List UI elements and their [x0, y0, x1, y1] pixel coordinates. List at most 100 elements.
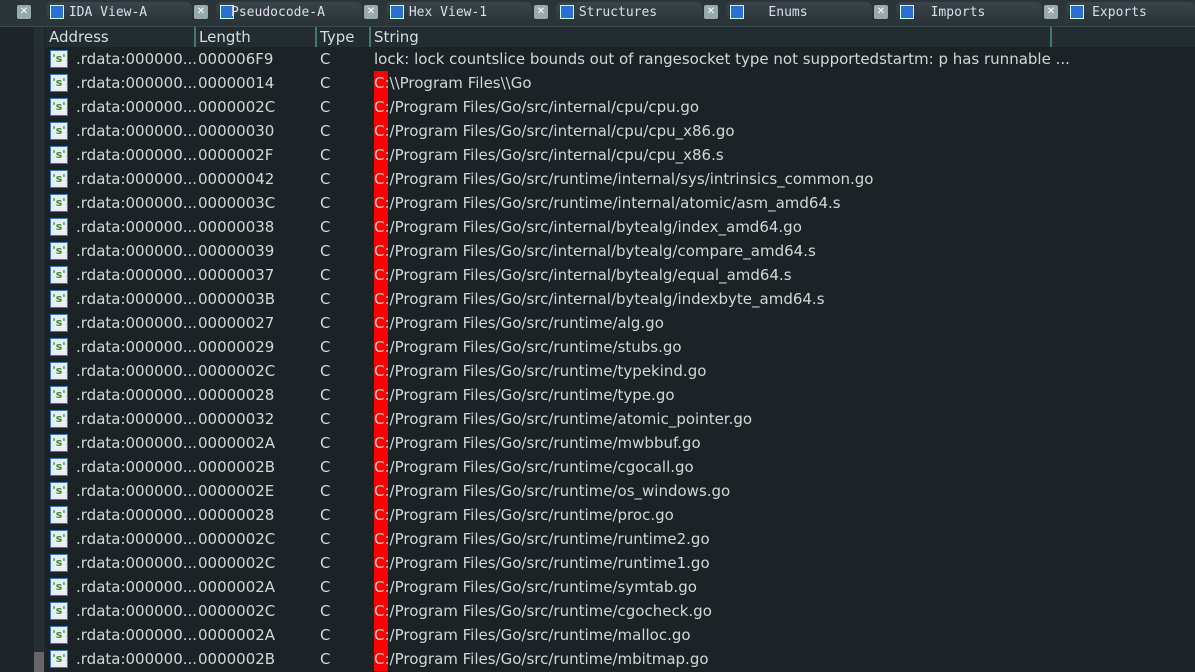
- string-cell: C:/Program Files/Go/src/runtime/mbitmap.…: [374, 650, 709, 668]
- type-cell: C: [320, 74, 331, 92]
- table-row[interactable]: 's' .rdata:000000... 00000032 C C:/Progra…: [46, 407, 1195, 431]
- table-row[interactable]: 's' .rdata:000000... 000006F9 Clock: loc…: [46, 47, 1195, 71]
- string-cell: C:/Program Files/Go/src/internal/cpu/cpu…: [374, 122, 735, 140]
- tab-imports[interactable]: Imports: [896, 2, 1042, 24]
- tab-ida-view-a[interactable]: IDA View-A: [46, 2, 192, 24]
- column-header-address[interactable]: Address: [46, 27, 192, 47]
- tab-close-icon[interactable]: ✕: [194, 5, 208, 19]
- string-icon: 's': [50, 338, 68, 356]
- table-row[interactable]: 's' .rdata:000000... 0000003C C C:/Progra…: [46, 191, 1195, 215]
- table-row[interactable]: 's' .rdata:000000... 00000028 C C:/Progra…: [46, 503, 1195, 527]
- table-row[interactable]: 's' .rdata:000000... 0000002E C C:/Progra…: [46, 479, 1195, 503]
- table-row[interactable]: 's' .rdata:000000... 0000002B C C:/Progra…: [46, 647, 1195, 671]
- table-row[interactable]: 's' .rdata:000000... 00000039 C C:/Progra…: [46, 239, 1195, 263]
- tab-exports[interactable]: Exports: [1066, 2, 1195, 24]
- address-cell: .rdata:000000...: [76, 242, 198, 260]
- string-cell: C:/Program Files/Go/src/runtime/symtab.g…: [374, 578, 697, 596]
- table-row[interactable]: 's' .rdata:000000... 0000002C C C:/Progra…: [46, 599, 1195, 623]
- close-icon[interactable]: ✕: [17, 5, 31, 19]
- table-row[interactable]: 's' .rdata:000000... 0000003B C C:/Progra…: [46, 287, 1195, 311]
- table-row[interactable]: 's' .rdata:000000... 00000029 C C:/Progra…: [46, 335, 1195, 359]
- string-icon: 's': [50, 530, 68, 548]
- string-cell: C:/Program Files/Go/src/runtime/mwbbuf.g…: [374, 434, 701, 452]
- table-row[interactable]: 's' .rdata:000000... 00000038 C C:/Progra…: [46, 215, 1195, 239]
- address-cell: .rdata:000000...: [76, 626, 198, 644]
- string-cell: C:/Program Files/Go/src/runtime/cgocall.…: [374, 458, 694, 476]
- tab-label: Hex View-1: [408, 5, 488, 20]
- column-header-length[interactable]: Length: [194, 27, 314, 47]
- string-cell: C:\\Program Files\\Go: [374, 74, 532, 92]
- table-row[interactable]: 's' .rdata:000000... 0000002B C C:/Progra…: [46, 455, 1195, 479]
- string-cell: C:/Program Files/Go/src/runtime/cgocheck…: [374, 602, 712, 620]
- length-cell: 00000039: [198, 242, 275, 260]
- address-cell: .rdata:000000...: [76, 530, 198, 548]
- vertical-scrollbar[interactable]: [34, 27, 44, 672]
- type-cell: C: [320, 434, 331, 452]
- tab-close-icon[interactable]: ✕: [1044, 5, 1058, 19]
- length-cell: 0000003C: [198, 194, 276, 212]
- table-row[interactable]: 's' .rdata:000000... 0000002C C C:/Progra…: [46, 527, 1195, 551]
- type-cell: C: [320, 362, 331, 380]
- string-cell: C:/Program Files/Go/src/runtime/proc.go: [374, 506, 674, 524]
- address-cell: .rdata:000000...: [76, 74, 198, 92]
- string-icon: 's': [50, 410, 68, 428]
- string-icon: 's': [50, 506, 68, 524]
- table-row[interactable]: 's' .rdata:000000... 0000002F C C:/Progra…: [46, 143, 1195, 167]
- table-row[interactable]: 's' .rdata:000000... 0000002C C C:/Progra…: [46, 359, 1195, 383]
- tab-close-icon[interactable]: ✕: [534, 5, 548, 19]
- table-row[interactable]: 's' .rdata:000000... 0000002C C C:/Progra…: [46, 95, 1195, 119]
- length-cell: 00000038: [198, 218, 275, 236]
- tab-close-icon[interactable]: ✕: [364, 5, 378, 19]
- table-row[interactable]: 's' .rdata:000000... 0000002A C C:/Progra…: [46, 431, 1195, 455]
- string-icon: 's': [50, 482, 68, 500]
- address-cell: .rdata:000000...: [76, 458, 198, 476]
- type-cell: C: [320, 410, 331, 428]
- tab-structures[interactable]: Structures: [556, 2, 702, 24]
- tab-pseudocode-a[interactable]: Pseudocode-A: [216, 2, 362, 24]
- table-header: Address Length Type String: [46, 27, 1195, 47]
- type-cell: C: [320, 338, 331, 356]
- table-row[interactable]: 's' .rdata:000000... 00000037 C C:/Progra…: [46, 263, 1195, 287]
- string-cell: C:/Program Files/Go/src/runtime/runtime1…: [374, 554, 710, 572]
- type-cell: C: [320, 386, 331, 404]
- type-cell: C: [320, 506, 331, 524]
- tab-hex-view-1[interactable]: Hex View-1: [386, 2, 532, 24]
- address-cell: .rdata:000000...: [76, 650, 198, 668]
- type-cell: C: [320, 482, 331, 500]
- tab-label: Structures: [578, 5, 658, 20]
- address-cell: .rdata:000000...: [76, 602, 198, 620]
- column-header-empty: [1050, 27, 1195, 47]
- string-icon: 's': [50, 602, 68, 620]
- tab-close-icon[interactable]: ✕: [704, 5, 718, 19]
- tab-label: Imports: [930, 5, 986, 20]
- string-cell: C:/Program Files/Go/src/runtime/alg.go: [374, 314, 664, 332]
- column-header-type[interactable]: Type: [315, 27, 367, 47]
- string-icon: 's': [50, 74, 68, 92]
- table-row[interactable]: 's' .rdata:000000... 00000042 C C:/Progra…: [46, 167, 1195, 191]
- string-cell: C:/Program Files/Go/src/internal/cpu/cpu…: [374, 146, 724, 164]
- string-icon: 's': [50, 434, 68, 452]
- length-cell: 0000002E: [198, 482, 275, 500]
- tab-enums[interactable]: Enums: [726, 2, 872, 24]
- table-row[interactable]: 's' .rdata:000000... 00000014 C C:\\Progr…: [46, 71, 1195, 95]
- table-row[interactable]: 's' .rdata:000000... 00000028 C C:/Progra…: [46, 383, 1195, 407]
- tab-label: Enums: [768, 5, 808, 20]
- address-cell: .rdata:000000...: [76, 290, 198, 308]
- table-row[interactable]: 's' .rdata:000000... 0000002A C C:/Progra…: [46, 575, 1195, 599]
- address-cell: .rdata:000000...: [76, 266, 198, 284]
- string-icon: 's': [50, 50, 68, 68]
- column-header-string[interactable]: String: [369, 27, 1052, 47]
- tab-close-icon[interactable]: ✕: [874, 5, 888, 19]
- address-cell: .rdata:000000...: [76, 194, 198, 212]
- address-cell: .rdata:000000...: [76, 146, 198, 164]
- string-cell: C:/Program Files/Go/src/runtime/atomic_p…: [374, 410, 753, 428]
- table-row[interactable]: 's' .rdata:000000... 00000030 C C:/Progra…: [46, 119, 1195, 143]
- string-cell: C:/Program Files/Go/src/internal/bytealg…: [374, 242, 816, 260]
- type-cell: C: [320, 650, 331, 668]
- address-cell: .rdata:000000...: [76, 506, 198, 524]
- length-cell: 0000002B: [198, 650, 276, 668]
- table-row[interactable]: 's' .rdata:000000... 0000002C C C:/Progra…: [46, 551, 1195, 575]
- table-row[interactable]: 's' .rdata:000000... 0000002A C C:/Progra…: [46, 623, 1195, 647]
- scrollbar-thumb[interactable]: [34, 652, 44, 672]
- table-row[interactable]: 's' .rdata:000000... 00000027 C C:/Progra…: [46, 311, 1195, 335]
